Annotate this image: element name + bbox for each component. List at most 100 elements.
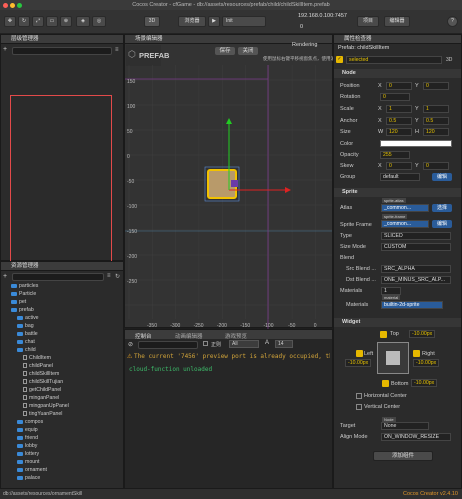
group-v-input[interactable]: default (380, 173, 420, 181)
sprite-frame-field[interactable]: _common... (381, 220, 429, 228)
assets-tree-item[interactable]: minganPanel (1, 394, 59, 402)
rect-tool-icon[interactable]: ▭ (46, 16, 58, 27)
tab-animation[interactable]: 动画编辑器 (175, 332, 203, 340)
clear-console-icon[interactable]: ⊘ (128, 341, 133, 348)
log-level-select[interactable]: All (229, 340, 259, 348)
size-w-input[interactable]: 120 (386, 128, 412, 136)
hierarchy-search-input[interactable] (12, 47, 112, 55)
assets-tree-item[interactable]: lottery (1, 450, 39, 458)
assets-search-input[interactable] (12, 273, 104, 281)
scale-y-input[interactable]: 1 (423, 105, 449, 113)
assets-tree-item[interactable]: ChildItem (1, 354, 51, 362)
assets-tree-item[interactable]: pet (1, 298, 26, 306)
node-active-checkbox[interactable]: ✓ (336, 56, 343, 63)
platform-select[interactable]: 浏览器 (178, 16, 206, 27)
scene-select[interactable]: Init (222, 16, 266, 27)
rotate-tool-icon[interactable]: ↻ (18, 16, 30, 27)
left-offset-input[interactable]: -10.00px (345, 359, 371, 367)
assets-tree-item[interactable]: child (1, 346, 36, 354)
assets-tree-item[interactable]: prefab (1, 306, 34, 314)
assets-tree-item[interactable]: childSkillTujian (1, 378, 63, 386)
dst-blend-select[interactable]: ONE_MINUS_SRC_ALP... (381, 276, 451, 284)
assets-tree-item[interactable]: mount (1, 458, 39, 466)
rot-v-input[interactable]: 0 (380, 93, 410, 101)
assets-sort-icon[interactable]: ≡ (107, 273, 111, 279)
add-asset-icon[interactable]: + (3, 273, 7, 280)
target-field[interactable]: None (381, 422, 429, 430)
project-button[interactable]: 项目 (357, 16, 379, 27)
align-mode-select[interactable]: ON_WINDOW_RESIZE (381, 433, 451, 441)
top-align-checkbox[interactable] (380, 331, 387, 338)
console-filter-input[interactable] (138, 341, 198, 349)
help-button[interactable]: ? (447, 16, 458, 27)
src-blend-select[interactable]: SRC_ALPHA (381, 265, 451, 273)
size-mode-select[interactable]: CUSTOM (381, 243, 451, 251)
toggle-3d-button[interactable]: 3D (144, 16, 160, 27)
assets-tree-item[interactable]: palace (1, 474, 40, 482)
assets-tree-item[interactable]: friend (1, 434, 38, 442)
transform-tool-icon[interactable]: ⊕ (60, 16, 72, 27)
add-component-button[interactable]: 添加组件 (373, 451, 433, 461)
assets-tree-item[interactable]: particles (1, 282, 38, 290)
opacity-v-input[interactable]: 255 (380, 151, 410, 159)
right-offset-input[interactable]: -10.00px (413, 359, 439, 367)
anchor-y-input[interactable]: 0.5 (423, 117, 449, 125)
move-tool-icon[interactable]: ✥ (4, 16, 16, 27)
regex-checkbox[interactable] (203, 341, 208, 346)
add-node-icon[interactable]: + (3, 46, 11, 54)
skew-x-input[interactable]: 0 (386, 162, 412, 170)
pos-y-input[interactable]: 0 (423, 82, 449, 90)
skew-y-input[interactable]: 0 (423, 162, 449, 170)
maximize-window-icon[interactable] (17, 3, 22, 8)
collapse-icon[interactable]: ≡ (115, 47, 119, 53)
material-field[interactable]: builtin-2d-sprite (381, 301, 443, 309)
group-edit-button[interactable]: 编辑 (432, 173, 452, 181)
assets-tree-item[interactable]: compos (1, 418, 43, 426)
scale-tool-icon[interactable]: ⤢ (32, 16, 44, 27)
close-window-icon[interactable] (3, 3, 8, 8)
color-swatch[interactable] (380, 140, 452, 147)
assets-tree-item[interactable]: ornament (1, 466, 47, 474)
type-select[interactable]: SLICED (381, 232, 451, 240)
assets-tree-item[interactable]: childSkillItem (1, 370, 59, 378)
assets-tree-item[interactable]: bag (1, 322, 34, 330)
prefab-close-button[interactable]: 关闭 (238, 47, 258, 55)
right-align-checkbox[interactable] (413, 350, 420, 357)
assets-tree-item[interactable]: getChildPanel (1, 386, 61, 394)
assets-tree-item[interactable]: lobby (1, 442, 37, 450)
atlas-field[interactable]: _common... (381, 204, 429, 212)
assets-tree-item[interactable]: battle (1, 330, 38, 338)
node-name-input[interactable]: selected (346, 56, 442, 64)
assets-tree-item[interactable]: tingYuanPanel (1, 410, 62, 418)
tab-game-preview[interactable]: 游戏预览 (225, 332, 247, 340)
materials-count-input[interactable]: 1 (381, 287, 401, 295)
vertical-center-checkbox[interactable] (356, 404, 362, 410)
left-align-checkbox[interactable] (356, 350, 363, 357)
font-size-select[interactable]: 14 (275, 340, 293, 348)
top-offset-input[interactable]: -10.00px (409, 330, 435, 338)
assets-tree-item[interactable]: chat (1, 338, 35, 346)
assets-tree-item[interactable]: childPanel (1, 362, 53, 370)
scale-x-input[interactable]: 1 (386, 105, 412, 113)
widget-section-header[interactable]: Widget (334, 318, 461, 327)
editor-button[interactable]: 编辑器 (384, 16, 410, 27)
assets-tree-item[interactable]: mingpanUpPanel (1, 402, 69, 410)
prefab-save-button[interactable]: 保存 (215, 47, 235, 55)
horizontal-center-checkbox[interactable] (356, 393, 362, 399)
bottom-offset-input[interactable]: -10.00px (411, 379, 437, 387)
node-section-header[interactable]: Node (334, 69, 461, 78)
sprite-section-header[interactable]: Sprite (334, 188, 461, 197)
sprite-frame-edit-button[interactable]: 编辑 (432, 220, 452, 228)
pos-x-input[interactable]: 0 (386, 82, 412, 90)
bottom-align-checkbox[interactable] (382, 380, 389, 387)
scene-canvas[interactable]: -350-300-250-200-150-100-50050 150100500… (125, 65, 332, 329)
tab-console[interactable]: 控制台 (135, 332, 152, 340)
minimize-window-icon[interactable] (10, 3, 15, 8)
assets-refresh-icon[interactable]: ↻ (115, 273, 120, 280)
size-h-input[interactable]: 120 (423, 128, 449, 136)
local-toggle-icon[interactable]: ◎ (92, 16, 106, 27)
pivot-toggle-icon[interactable]: ◈ (76, 16, 90, 27)
anchor-x-input[interactable]: 0.5 (386, 117, 412, 125)
play-icon[interactable]: ▶ (208, 16, 220, 27)
assets-tree-item[interactable]: Particle (1, 290, 36, 298)
